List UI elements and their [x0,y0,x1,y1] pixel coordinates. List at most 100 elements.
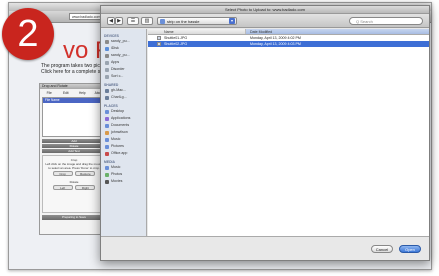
folder-icon [160,19,165,24]
sidebar-item-label: sandy_pu... [111,39,130,43]
sidebar-item-place[interactable]: Music [101,136,146,143]
shared-icon [105,95,109,100]
crop-button[interactable]: Crop [52,171,73,176]
place-icon [105,151,109,156]
rotate-right-button[interactable]: Right [75,185,96,190]
file-date: Monday, April 13, 2009 4:03 PM [250,42,301,46]
device-icon [105,67,109,72]
sidebar-item-label: Photos [111,172,123,176]
file-rows: Shuttle01.JPG Monday, April 13, 2009 4:02… [148,35,429,47]
sidebar-item-place[interactable]: Pictures [101,143,146,150]
sidebar-item-device[interactable]: Sort c... [101,73,146,80]
open-button[interactable]: Open [399,245,421,253]
sidebar-item-label: Documents [111,123,130,127]
place-icon [105,137,109,142]
search-input[interactable]: Q Search [349,17,423,25]
place-icon [105,116,109,121]
add-button[interactable]: Add [42,139,106,143]
sidebar-item-label: iDisk [111,46,119,50]
sidebar-item-label: Disorder [111,67,125,71]
file-browser: Name Date Modified Shuttle01.JPG Monday, … [148,29,429,237]
sidebar-item-device[interactable]: sandy_pu... [101,52,146,59]
sidebar-item-media[interactable]: Music [101,164,146,171]
status-bar: Preparing to Save [42,215,106,220]
place-icon [105,123,109,128]
image-file-icon [157,36,161,40]
sidebar-item-media[interactable]: Movies [101,178,146,185]
device-icon [105,74,109,79]
sidebar-item-label: johnwilson [111,130,128,134]
sidebar-item-label: Sort c... [111,74,124,78]
app-panel: Drop and Rotate File Edit Help About Fil… [39,83,109,235]
restore-button[interactable]: Restore [75,171,96,176]
file-name: Shuttle01.JPG [164,36,188,40]
media-icon [105,179,109,184]
crop-instructions: Left click on the image and drag the mou… [45,162,103,170]
sidebar-item-label: Movies [111,179,123,183]
device-icon [105,60,109,65]
file-row[interactable]: Shuttle02.JPG Monday, April 13, 2009 4:03… [148,41,429,47]
menu-file[interactable]: File [42,91,57,95]
sidebar-item-shared[interactable]: CharlLg... [101,94,146,101]
place-icon [105,109,109,114]
sidebar-item-place[interactable]: Desktop [101,108,146,115]
forward-button[interactable]: ▶ [115,17,123,25]
dialog-title: Select Photo to Upload to: www.badlado.c… [101,6,429,14]
sidebar-item-media[interactable]: Photos [101,171,146,178]
sidebar-item-place[interactable]: Applications [101,115,146,122]
image-file-icon [157,42,161,46]
sidebar-item-place[interactable]: Documents [101,122,146,129]
file-name-cell: Shuttle02.JPG [148,41,246,47]
sidebar-item-label: Pictures [111,144,124,148]
sidebar-item-device[interactable]: iDisk [101,45,146,52]
shared-icon [105,88,109,93]
sidebar-item-label: Music [111,137,121,141]
crop-panel: Crop Left click on the image and drag th… [42,155,106,213]
sidebar: DEVICES sandy_pu... iDisk sandy_pu... Apps Di… [101,29,147,237]
rotate-left-button[interactable]: Left [52,185,73,190]
place-icon [105,144,109,149]
place-icon [105,130,109,135]
sidebar-item-place[interactable]: Office.app [101,150,146,157]
sidebar-item-label: Applications [111,116,131,120]
file-name: Shuttle02.JPG [164,42,188,46]
sidebar-item-shared[interactable]: gh-Mac... [101,87,146,94]
device-icon [105,39,109,44]
location-label: strip on the hassle [167,19,200,24]
menu-help[interactable]: Help [75,91,90,95]
step-number-badge: 2 [2,8,54,60]
dialog-footer: Cancel Open [101,236,429,260]
back-button[interactable]: ◀ [107,17,115,25]
sidebar-item-device[interactable]: Disorder [101,66,146,73]
add-text-button[interactable]: Add Text [42,149,106,153]
device-icon [105,46,109,51]
cancel-button[interactable]: Cancel [371,245,393,253]
file-list-header: File Name [43,98,105,103]
name-column-header[interactable]: Name [148,29,246,34]
column-view-button[interactable]: ▥ [141,17,153,25]
list-view-button[interactable]: ☰ [127,17,139,25]
sidebar-item-place[interactable]: johnwilson [101,129,146,136]
date-column-header[interactable]: Date Modified [246,29,429,34]
panel-menu: File Edit Help About [40,89,108,95]
sidebar-item-label: Office.app [111,151,128,155]
media-icon [105,165,109,170]
sidebar-item-device[interactable]: Apps [101,59,146,66]
location-popup[interactable]: strip on the hassle ▾ [157,17,237,25]
column-view-icon: ▥ [144,18,150,24]
forward-arrow-icon: ▶ [117,18,121,24]
back-arrow-icon: ◀ [109,18,113,24]
file-list[interactable]: File Name [42,97,106,137]
menu-edit[interactable]: Edit [59,91,74,95]
screenshot-frame: Two Fey Acrossin www.badlado.com/acrossi… [0,0,439,276]
dialog-toolbar: ◀ ▶ ☰ ▥ strip on the hassle ▾ Q Search [101,14,429,28]
media-icon [105,172,109,177]
sidebar-item-label: Apps [111,60,120,64]
sidebar-item-label: CharlLg... [111,95,127,99]
sidebar-item-device[interactable]: sandy_pu... [101,38,146,45]
file-open-dialog: Select Photo to Upload to: www.badlado.c… [100,5,430,261]
list-view-icon: ☰ [130,18,136,24]
sidebar-item-label: Music [111,165,121,169]
rotate-button[interactable]: Rotate [42,144,106,148]
sidebar-item-label: gh-Mac... [111,88,126,92]
